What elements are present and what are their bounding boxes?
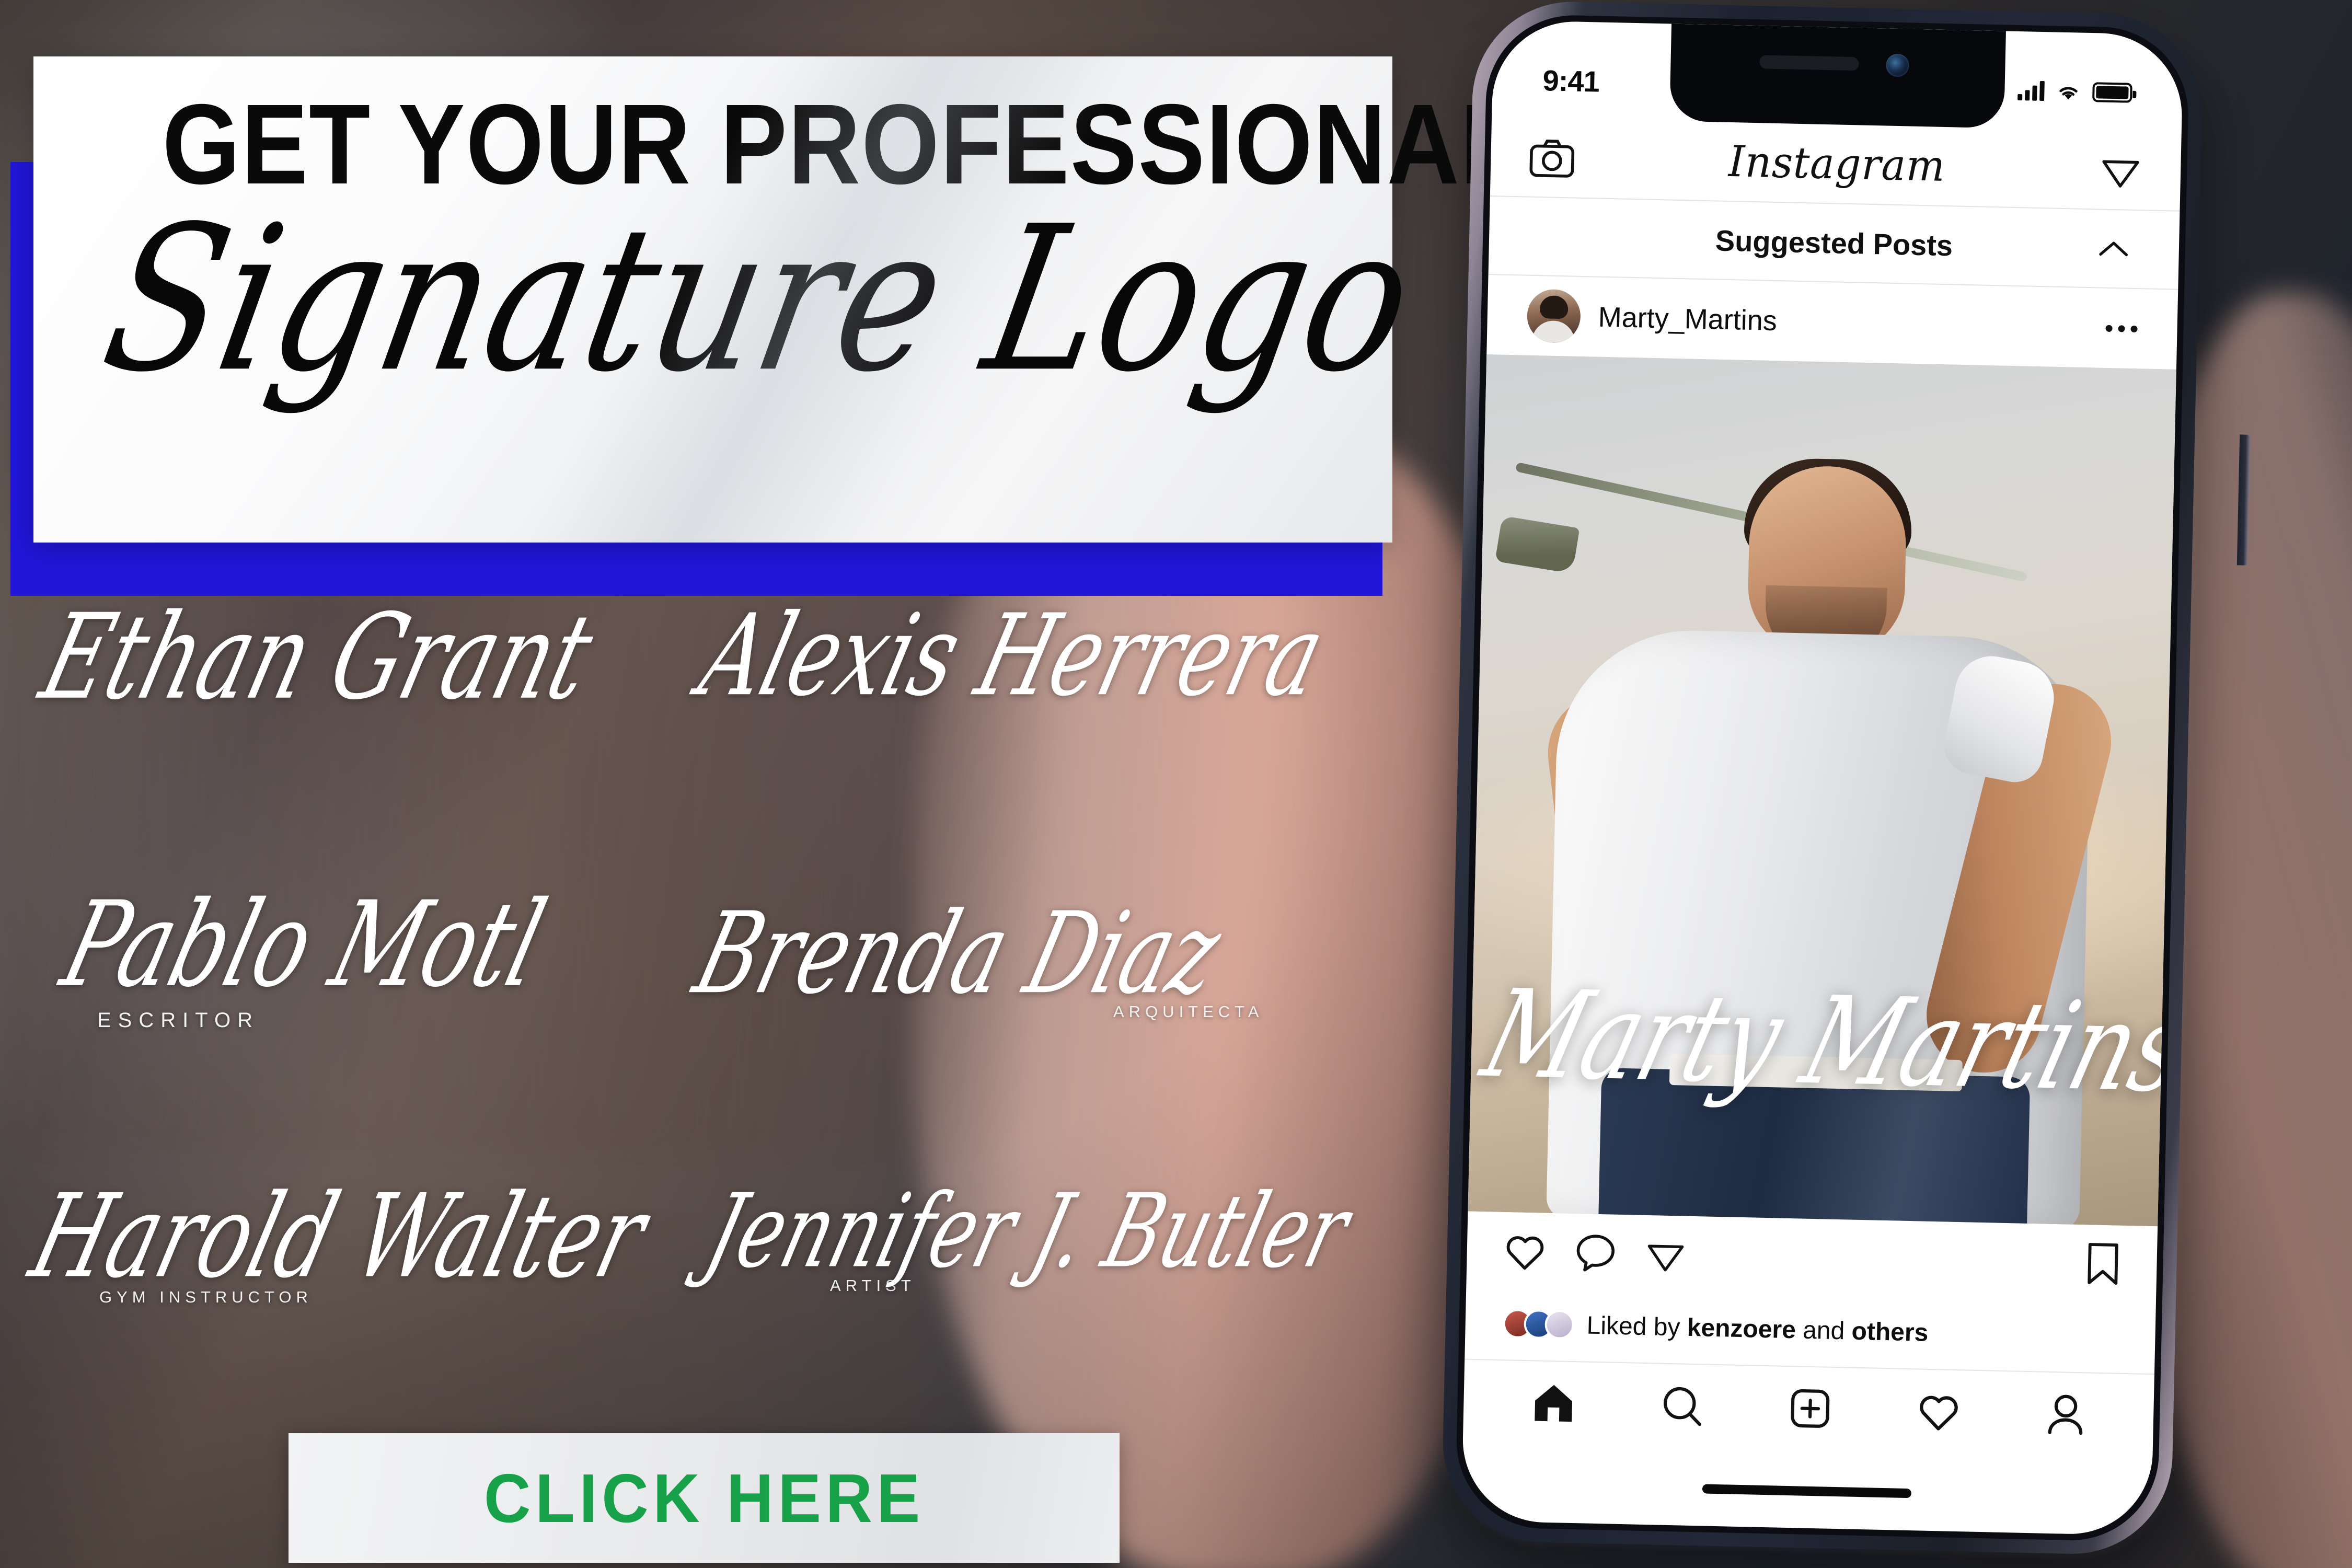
signature-sample: Pablo Motl ESCRITOR [50,876,570,1032]
liked-by-prefix: Liked by [1586,1311,1688,1342]
share-icon[interactable] [1644,1233,1687,1276]
signature-sample: Jennifer J. Butler ARTIST [695,1172,1385,1295]
post-actions-left [1503,1230,1687,1276]
signature-sample: Alexis Herrera [688,590,1358,721]
liked-by-middle: and [1795,1316,1852,1345]
post-actions [1466,1212,2158,1304]
phone-bezel: 9:41 Instagram Suggested Posts Marty_Mar… [1455,13,2190,1542]
click-here-label: CLICK HERE [483,1459,925,1537]
liked-by-row[interactable]: Liked by kenzoere and others [1465,1289,2156,1372]
liked-by-others[interactable]: others [1851,1317,1929,1346]
front-camera-icon [1885,53,1909,77]
earpiece-speaker [1759,55,1859,71]
headline-card: GET YOUR PROFESSIONAL Signature Logo [33,56,1521,543]
suggested-posts-label: Suggested Posts [1715,223,1953,262]
instagram-wordmark: Instagram [1728,136,1946,191]
post-username[interactable]: Marty_Martins [1598,301,1777,337]
liked-by-username[interactable]: kenzoere [1687,1313,1796,1344]
phone-mockup: 9:41 Instagram Suggested Posts Marty_Mar… [1394,0,2251,1568]
search-icon[interactable] [1660,1384,1704,1428]
save-icon[interactable] [2085,1241,2121,1286]
bottom-tab-bar [1462,1358,2154,1458]
chevron-up-icon[interactable] [2096,238,2131,259]
app-header: Instagram [1490,117,2182,211]
avatar[interactable] [1526,289,1581,343]
blue-accent-bottom-bar [10,543,1382,596]
more-options-icon[interactable] [2105,325,2138,332]
signature-name: Ethan Grant [29,589,606,726]
signature-name: Pablo Motl [50,876,558,1013]
cellular-signal-icon [2017,80,2045,101]
signature-sample: Brenda Diaz ARQUITECTA [683,888,1264,1021]
click-here-button[interactable]: CLICK HERE [289,1433,1120,1563]
blue-accent-left-bar [10,162,33,596]
wifi-icon [2056,82,2081,102]
post-photo[interactable]: Marty Martins [1468,354,2176,1227]
suggested-posts-section[interactable]: Suggested Posts [1488,195,2180,290]
signature-name: Brenda Diaz [683,887,1234,1019]
signature-sample: Ethan Grant [29,589,622,725]
photo-signature-overlay: Marty Martins [1470,963,2176,1119]
liked-by-text: Liked by kenzoere and others [1586,1311,1929,1347]
signature-samples-grid: Ethan Grant Alexis Herrera Pablo Motl ES… [19,589,1361,1411]
phone-frame: 9:41 Instagram Suggested Posts Marty_Mar… [1440,0,2251,1557]
like-icon[interactable] [1503,1231,1547,1272]
post-actions-right [2085,1241,2121,1286]
liker-avatar [1544,1309,1575,1340]
home-icon[interactable] [1531,1381,1576,1424]
profile-icon[interactable] [2046,1392,2086,1437]
battery-icon [2092,82,2132,103]
signature-name: Alexis Herrera [688,590,1337,721]
phone-notch [1669,24,2006,129]
signature-sample: Harold Walter GYM INSTRUCTOR [19,1169,680,1307]
post-header: Marty_Martins [1486,275,2178,370]
send-message-icon[interactable] [2099,148,2142,192]
signature-name: Jennifer J. Butler [695,1172,1361,1290]
phone-screen: 9:41 Instagram Suggested Posts Marty_Mar… [1461,20,2184,1536]
liker-avatars [1503,1309,1575,1340]
camera-icon[interactable] [1529,137,1575,178]
status-time: 9:41 [1542,63,1600,98]
comment-icon[interactable] [1574,1232,1617,1274]
headline-script-text: Signature Logo [88,183,1430,416]
status-indicators [2017,80,2132,103]
home-indicator[interactable] [1702,1484,1912,1498]
signature-name: Harold Walter [18,1169,660,1304]
promo-banner: GET YOUR PROFESSIONAL Signature Logo Eth… [0,0,2352,1568]
heart-icon[interactable] [1917,1390,1962,1432]
add-post-icon[interactable] [1788,1387,1832,1431]
